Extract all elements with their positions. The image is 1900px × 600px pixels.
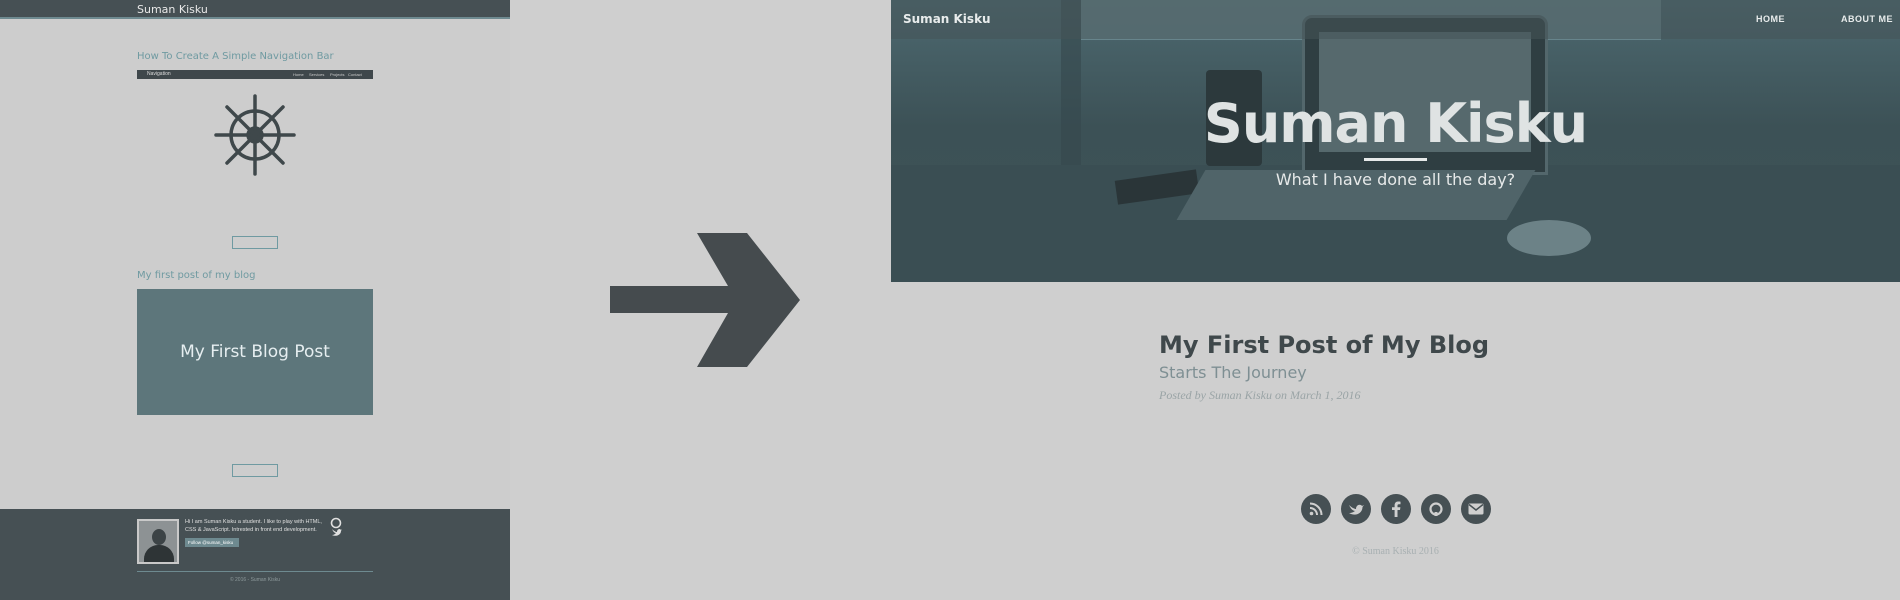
old-post1-nav-preview: Navigation Home Services Projects Contac…	[137, 70, 373, 79]
old-post1-nav-link: Services	[309, 72, 325, 77]
old-footer: Hi I am Suman Kisku a student. I like to…	[0, 509, 510, 600]
old-copyright: © 2016 - Suman Kisku	[229, 577, 281, 583]
old-post1-nav-link: Projects	[330, 72, 345, 77]
old-post2-title[interactable]: My first post of my blog	[137, 270, 255, 281]
follow-twitter-button[interactable]: Follow @suman_kisku	[185, 538, 239, 547]
old-post1-nav-link: Contact	[348, 72, 362, 77]
old-post1-nav-link: Home	[293, 72, 304, 77]
old-post2-image: My First Blog Post	[137, 289, 373, 415]
ship-wheel-icon	[214, 94, 296, 176]
navbar-brand[interactable]: Suman Kisku	[903, 12, 991, 26]
arrow-right-icon	[610, 233, 800, 367]
facebook-icon[interactable]	[1381, 494, 1411, 524]
hero-header: Suman Kisku HOME ABOUT ME Suman Kisku Wh…	[891, 0, 1900, 282]
old-post1-title[interactable]: How To Create A Simple Navigation Bar	[137, 51, 334, 62]
old-brand[interactable]: Suman Kisku	[137, 3, 208, 16]
rss-icon[interactable]	[1301, 494, 1331, 524]
navbar: Suman Kisku HOME ABOUT ME	[891, 0, 1900, 39]
post-meta: Posted by Suman Kisku on March 1, 2016	[1159, 388, 1361, 402]
old-footer-bio: Hi I am Suman Kisku a student. I like to…	[185, 519, 322, 533]
old-post1-read-more-button[interactable]	[232, 236, 278, 249]
site-subtitle: What I have done all the day?	[1275, 170, 1516, 189]
old-post2-read-more-button[interactable]	[232, 464, 278, 477]
hero-divider	[1364, 158, 1427, 161]
old-navbar: Suman Kisku	[0, 0, 510, 19]
old-site-screenshot: Suman Kisku How To Create A Simple Navig…	[0, 0, 510, 600]
twitter-icon[interactable]	[331, 527, 342, 537]
twitter-icon[interactable]	[1341, 494, 1371, 524]
avatar	[137, 519, 179, 564]
divider	[137, 571, 373, 572]
email-icon[interactable]	[1461, 494, 1491, 524]
site-title: Suman Kisku	[1203, 92, 1588, 155]
post-subtitle[interactable]: Starts The Journey	[1159, 363, 1307, 382]
hero-background-mouse	[1507, 220, 1591, 256]
post-title[interactable]: My First Post of My Blog	[1159, 331, 1489, 359]
nav-about-me[interactable]: ABOUT ME	[1841, 14, 1893, 24]
nav-home[interactable]: HOME	[1756, 14, 1785, 24]
old-post1-nav-brand: Navigation	[147, 71, 171, 77]
github-icon[interactable]	[1421, 494, 1451, 524]
new-site-screenshot: Suman Kisku HOME ABOUT ME Suman Kisku Wh…	[891, 0, 1900, 600]
copyright: © Suman Kisku 2016	[1352, 546, 1439, 557]
